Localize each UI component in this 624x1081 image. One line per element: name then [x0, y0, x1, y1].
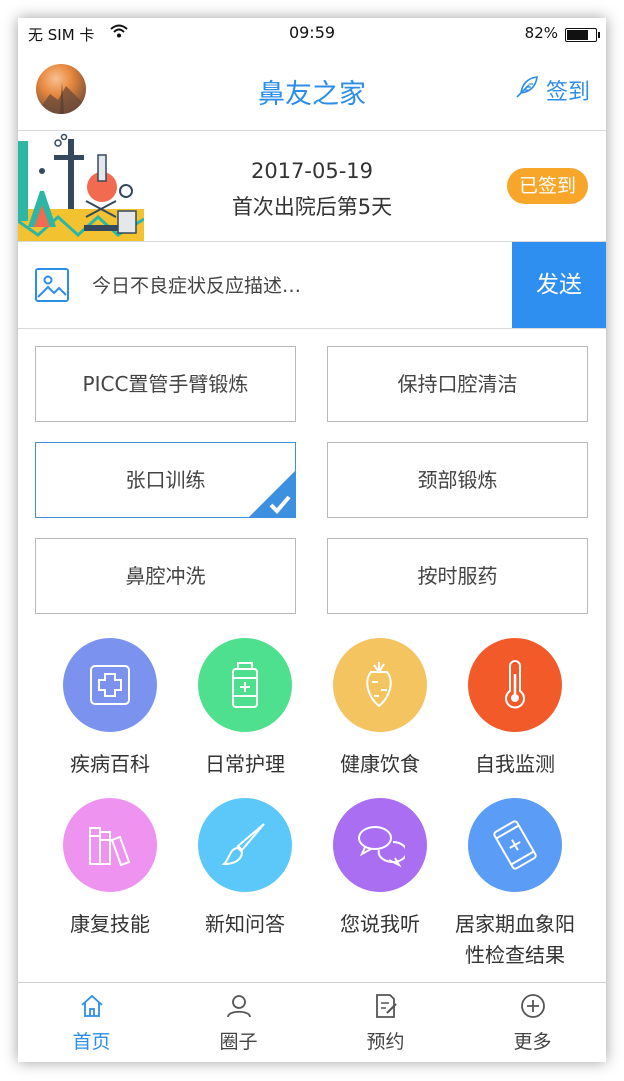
- brush-icon: [221, 823, 265, 866]
- feature-circle: [468, 638, 562, 732]
- task-medication[interactable]: 按时服药: [327, 538, 588, 614]
- medicine-bottle-icon: [232, 662, 258, 708]
- battery-icon: [565, 28, 600, 42]
- task-picc-arm-exercise[interactable]: PICC置管手臂锻炼: [35, 346, 296, 422]
- feature-rehab-skills[interactable]: 康复技能: [43, 798, 177, 940]
- feature-label: 康复技能: [70, 912, 150, 936]
- lab-illustration: [18, 131, 144, 241]
- clock: 09:59: [288, 23, 336, 42]
- feature-circle: [63, 798, 157, 892]
- tab-more[interactable]: 更多: [459, 993, 606, 1054]
- task-oral-hygiene[interactable]: 保持口腔清洁: [327, 346, 588, 422]
- checkin-label: 签到: [545, 80, 590, 105]
- signed-in-badge: 已签到: [506, 168, 588, 204]
- feature-circle: [333, 638, 427, 732]
- tab-community[interactable]: 圈子: [165, 993, 312, 1054]
- feature-label: 日常护理: [205, 752, 285, 776]
- feature-label: 自我监测: [475, 752, 555, 776]
- task-neck-exercise[interactable]: 颈部锻炼: [327, 442, 588, 518]
- checkin-button[interactable]: 签到: [514, 74, 590, 106]
- carrot-icon: [366, 662, 392, 708]
- feature-label: 居家期血象阳 性检查结果: [455, 912, 575, 967]
- task-nasal-irrigation[interactable]: 鼻腔冲洗: [35, 538, 296, 614]
- feature-self-monitoring[interactable]: 自我监测: [448, 638, 582, 780]
- feature-label: 您说我听: [340, 912, 420, 936]
- task-mouth-opening[interactable]: 张口训练: [35, 442, 296, 518]
- feature-healthy-diet[interactable]: 健康饮食: [313, 638, 447, 780]
- books-icon: [89, 827, 131, 867]
- checkmark-icon: [249, 471, 295, 517]
- medical-cross-icon: [90, 665, 130, 705]
- feature-blood-test-results[interactable]: 居家期血象阳 性检查结果: [448, 798, 582, 971]
- task-label: 张口训练: [125, 468, 206, 492]
- battery-percent: 82%: [524, 24, 558, 42]
- document-edit-icon: [373, 994, 399, 1023]
- feature-disease-encyclopedia[interactable]: 疾病百科: [43, 638, 177, 780]
- image-upload-icon[interactable]: [34, 267, 70, 307]
- tab-home[interactable]: 首页: [18, 993, 165, 1054]
- tab-label: 圈子: [219, 1031, 258, 1053]
- feature-label: 疾病百科: [70, 752, 150, 776]
- phone-report-icon: [493, 820, 537, 870]
- feature-circle: [198, 798, 292, 892]
- tab-bar: 首页 圈子 预约 更多: [18, 982, 606, 1062]
- tab-label: 首页: [72, 1031, 111, 1053]
- send-button[interactable]: 发送: [512, 242, 606, 328]
- checkin-banner: 2017-05-19 首次出院后第5天 已签到: [18, 131, 606, 242]
- feature-label: 健康饮食: [340, 752, 420, 776]
- plus-circle-icon: [520, 994, 546, 1023]
- quill-icon: [514, 74, 540, 106]
- status-bar: 无 SIM 卡 09:59 82%: [18, 18, 606, 48]
- tab-appointment[interactable]: 预约: [312, 993, 459, 1054]
- phone-screen: 无 SIM 卡 09:59 82% 鼻友之家 签到 2017-05-19 首次出…: [18, 18, 606, 1062]
- feature-daily-care[interactable]: 日常护理: [178, 638, 312, 780]
- symptom-input[interactable]: 今日不良症状反应描述…: [92, 271, 301, 298]
- tab-label: 更多: [513, 1031, 552, 1053]
- feature-circle: [198, 638, 292, 732]
- feature-circle: [468, 798, 562, 892]
- feature-qa[interactable]: 新知问答: [178, 798, 312, 940]
- nav-bar: 鼻友之家 签到: [18, 48, 606, 131]
- thermometer-icon: [505, 660, 525, 709]
- feature-circle: [63, 638, 157, 732]
- feature-circle: [333, 798, 427, 892]
- people-icon: [225, 995, 253, 1023]
- tab-label: 预约: [366, 1031, 405, 1053]
- feature-label: 新知问答: [205, 912, 285, 936]
- home-icon: [79, 994, 105, 1023]
- symptom-row: 今日不良症状反应描述… 发送: [18, 242, 606, 329]
- chat-bubbles-icon: [358, 826, 405, 868]
- feature-feedback[interactable]: 您说我听: [313, 798, 447, 940]
